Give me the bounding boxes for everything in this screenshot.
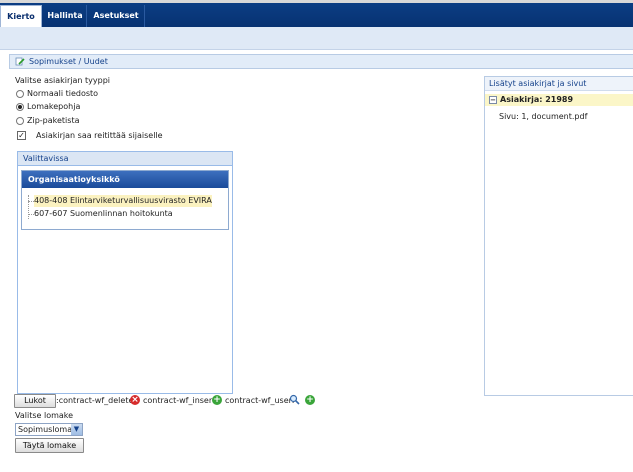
- delete-action-label: :contract-wf_delete:: [56, 396, 137, 405]
- chevron-down-icon[interactable]: ▼: [71, 424, 82, 435]
- delete-icon[interactable]: ×: [130, 395, 140, 405]
- search-icon[interactable]: [289, 394, 300, 405]
- tab-kierto[interactable]: Kierto: [0, 5, 42, 28]
- radio-normal-file-label: Normaali tiedosto: [27, 89, 99, 98]
- doc-type-label: Valitse asiakirjan tyyppi: [15, 76, 111, 85]
- breadcrumb: Sopimukset / Uudet: [9, 54, 633, 69]
- tree-item-suomenlinna[interactable]: 607-607 Suomenlinnan hoitokunta: [34, 208, 173, 220]
- document-node[interactable]: − Asiakirja: 21989: [485, 94, 633, 106]
- top-navigation: Kierto Hallinta Asetukset: [0, 0, 633, 28]
- radio-zip-package-label: Zip-paketista: [27, 116, 80, 125]
- tab-hallinta[interactable]: Hallinta: [44, 5, 87, 27]
- radio-form-template[interactable]: [16, 103, 24, 111]
- org-unit-grid-header: Organisaatioyksikkö: [22, 171, 228, 188]
- collapse-icon[interactable]: −: [489, 96, 497, 104]
- form-select[interactable]: Sopimuslomake ▼: [15, 423, 83, 436]
- breadcrumb-text: Sopimukset / Uudet: [29, 57, 108, 66]
- document-edit-icon: [15, 57, 25, 66]
- sub-toolbar: [0, 27, 633, 50]
- tree-line: [28, 195, 29, 219]
- added-documents-panel: Lisätyt asiakirjat ja sivut − Asiakirja:…: [484, 76, 633, 396]
- form-select-label: Valitse lomake: [15, 411, 74, 420]
- fill-form-button[interactable]: Täytä lomake: [15, 438, 84, 453]
- radio-normal-file[interactable]: [16, 90, 24, 98]
- added-documents-title: Lisätyt asiakirjat ja sivut: [485, 77, 633, 91]
- available-panel-title: Valittavissa: [18, 152, 232, 166]
- lock-button[interactable]: Lukot: [14, 394, 56, 408]
- forward-checkbox-label: Asiakirjan saa reitittää sijaiselle: [36, 131, 163, 140]
- top-strip: [0, 0, 633, 3]
- radio-zip-package[interactable]: [16, 117, 24, 125]
- user-action-label: contract-wf_user:: [225, 396, 295, 405]
- insert-action-label: contract-wf_insert:: [143, 396, 218, 405]
- org-unit-grid: Organisaatioyksikkö 408-408 Elintarviket…: [21, 170, 229, 230]
- add-user-icon[interactable]: +: [305, 395, 315, 405]
- document-node-label: Asiakirja: 21989: [500, 95, 574, 104]
- tab-asetukset[interactable]: Asetukset: [88, 5, 145, 27]
- add-icon[interactable]: +: [212, 395, 222, 405]
- page-node[interactable]: Sivu: 1, document.pdf: [499, 112, 587, 121]
- tree-item-evira[interactable]: 408-408 Elintarviketurvallisuusvirasto E…: [34, 195, 212, 207]
- radio-form-template-label: Lomakepohja: [27, 102, 81, 111]
- forward-checkbox[interactable]: ✓: [17, 131, 26, 140]
